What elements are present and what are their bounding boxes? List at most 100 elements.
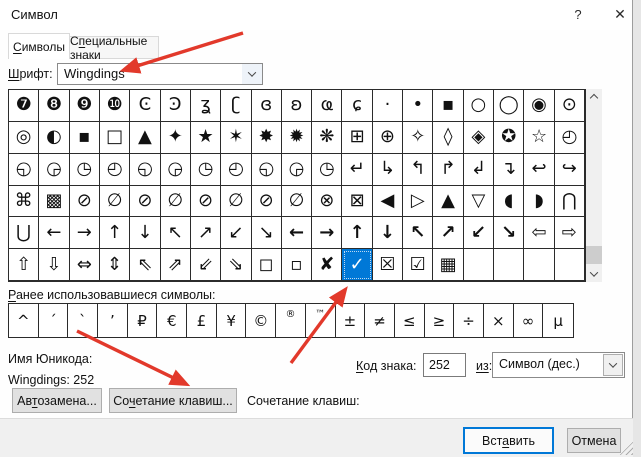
insert-button[interactable]: Вставить <box>463 427 554 454</box>
symbol-cell[interactable]: ⊗ <box>312 185 343 218</box>
symbol-cell[interactable]: ▪ <box>433 90 464 122</box>
symbol-cell[interactable]: ⌘ <box>9 185 40 218</box>
symbol-cell[interactable]: ⇔ <box>69 249 100 281</box>
symbol-cell[interactable]: ◷ <box>312 153 343 186</box>
symbol-cell[interactable]: ↰ <box>403 153 434 186</box>
symbol-cell[interactable]: → <box>312 217 343 250</box>
from-select[interactable]: Символ (дес.) <box>492 352 625 378</box>
symbol-cell[interactable]: ⋂ <box>554 185 585 218</box>
symbol-cell[interactable]: ∅ <box>160 185 191 218</box>
recent-symbol-cell[interactable]: ^ <box>9 304 39 337</box>
shortcut-key-button[interactable]: Сочетание клавиш... <box>109 388 237 413</box>
font-combobox[interactable]: Wingdings <box>57 63 263 85</box>
cancel-button[interactable]: Отмена <box>567 428 621 453</box>
symbol-cell[interactable]: ✧ <box>403 121 434 154</box>
symbol-cell[interactable]: ↙ <box>221 217 252 250</box>
symbol-cell[interactable]: ◴ <box>554 121 585 154</box>
symbol-cell[interactable]: ⊘ <box>190 185 222 218</box>
symbol-cell[interactable]: ↪ <box>554 153 585 186</box>
symbol-cell[interactable]: ⋃ <box>9 217 40 250</box>
symbol-cell[interactable]: ↘ <box>494 217 525 250</box>
help-icon[interactable]: ? <box>562 0 594 28</box>
tab-special-characters[interactable]: Специальные знаки <box>69 34 159 62</box>
recent-symbol-cell[interactable]: ∞ <box>514 304 544 337</box>
from-select-dropdown[interactable] <box>603 354 623 376</box>
symbol-cell[interactable]: ⊕ <box>372 121 404 154</box>
symbol-cell[interactable]: ⊘ <box>130 185 161 218</box>
symbol-cell[interactable]: ↩ <box>524 153 555 186</box>
recent-symbol-cell[interactable]: £ <box>187 304 217 337</box>
symbol-cell[interactable]: ❾ <box>69 90 100 122</box>
symbol-cell[interactable]: ҩ <box>312 90 343 122</box>
symbol-grid-scrollbar[interactable] <box>586 89 602 282</box>
symbol-cell[interactable]: ↳ <box>372 153 404 186</box>
recent-symbol-cell[interactable]: ÷ <box>454 304 484 337</box>
symbol-cell[interactable]: ↱ <box>433 153 464 186</box>
symbol-cell[interactable]: ★ <box>190 121 222 154</box>
symbol-cell[interactable]: ◵ <box>9 153 40 186</box>
symbol-cell[interactable]: ⊠ <box>342 185 373 218</box>
close-icon[interactable]: ✕ <box>604 0 636 28</box>
symbol-cell[interactable]: ɞ <box>251 90 282 122</box>
symbol-cell[interactable]: ↗ <box>190 217 222 250</box>
scrollbar-thumb[interactable] <box>586 246 602 264</box>
symbol-cell[interactable]: ◵ <box>251 153 282 186</box>
symbol-cell[interactable]: ∅ <box>281 185 313 218</box>
recent-symbol-cell[interactable]: ® <box>276 304 306 337</box>
symbol-cell[interactable]: ↑ <box>342 217 373 250</box>
symbol-cell[interactable]: ↗ <box>433 217 464 250</box>
symbol-cell[interactable]: ⊘ <box>69 185 100 218</box>
scroll-down-icon[interactable] <box>586 265 602 282</box>
symbol-cell[interactable]: ❼ <box>9 90 40 122</box>
symbol-cell-selected[interactable]: ✓ <box>342 249 373 281</box>
recent-symbol-cell[interactable]: ’ <box>98 304 128 337</box>
symbol-cell[interactable]: ʗ <box>221 90 252 122</box>
symbol-cell[interactable]: ▽ <box>463 185 495 218</box>
symbol-cell[interactable]: ◴ <box>221 153 252 186</box>
symbol-cell[interactable]: ← <box>39 217 70 250</box>
symbol-cell[interactable]: ↴ <box>494 153 525 186</box>
symbol-cell[interactable]: ▲ <box>433 185 464 218</box>
symbol-cell[interactable]: ◈ <box>463 121 495 154</box>
symbol-cell[interactable]: ❿ <box>99 90 131 122</box>
symbol-cell[interactable]: ◶ <box>281 153 313 186</box>
recent-symbol-cell[interactable]: ≥ <box>425 304 455 337</box>
symbol-cell[interactable]: ↙ <box>463 217 495 250</box>
symbol-cell[interactable]: ⇕ <box>99 249 131 281</box>
symbol-cell[interactable]: ⇖ <box>130 249 161 281</box>
symbol-cell[interactable]: ○ <box>463 90 495 122</box>
symbol-cell[interactable]: ❋ <box>312 121 343 154</box>
recent-symbol-cell[interactable]: × <box>484 304 514 337</box>
symbol-cell[interactable]: Ͼ <box>130 90 161 122</box>
symbol-cell[interactable]: ʓ <box>190 90 222 122</box>
symbol-cell[interactable]: ❽ <box>39 90 70 122</box>
symbol-cell[interactable]: ↵ <box>342 153 373 186</box>
symbol-cell[interactable]: Ͽ <box>160 90 191 122</box>
recent-symbol-cell[interactable]: ₽ <box>128 304 158 337</box>
symbol-cell[interactable]: ▲ <box>130 121 161 154</box>
symbol-cell[interactable]: ☆ <box>524 121 555 154</box>
symbol-cell[interactable]: ◀ <box>372 185 404 218</box>
symbol-cell[interactable]: ▩ <box>39 185 70 218</box>
font-combobox-dropdown[interactable] <box>242 64 262 84</box>
symbol-cell[interactable]: ⊘ <box>251 185 282 218</box>
symbol-cell[interactable]: ∅ <box>99 185 131 218</box>
symbol-cell[interactable]: • <box>403 90 434 122</box>
symbol-cell[interactable]: ↓ <box>130 217 161 250</box>
symbol-cell[interactable]: ✶ <box>221 121 252 154</box>
symbol-cell[interactable]: ◖ <box>494 185 525 218</box>
symbol-cell[interactable]: ← <box>281 217 313 250</box>
symbol-cell[interactable]: ʚ <box>281 90 313 122</box>
recent-symbol-cell[interactable]: € <box>157 304 188 337</box>
symbol-cell[interactable]: ⇧ <box>9 249 40 281</box>
character-code-input[interactable]: 252 <box>423 353 466 377</box>
symbol-cell[interactable]: ↓ <box>372 217 404 250</box>
symbol-cell[interactable]: ⇙ <box>190 249 222 281</box>
recent-symbol-cell[interactable]: ` <box>68 304 99 337</box>
symbol-cell[interactable] <box>524 249 555 281</box>
symbol-cell[interactable]: ✘ <box>312 249 343 281</box>
symbol-cell[interactable]: ▷ <box>403 185 434 218</box>
tab-symbols[interactable]: Символы <box>8 33 70 59</box>
symbol-cell[interactable]: ◷ <box>190 153 222 186</box>
symbol-cell[interactable]: ◶ <box>39 153 70 186</box>
